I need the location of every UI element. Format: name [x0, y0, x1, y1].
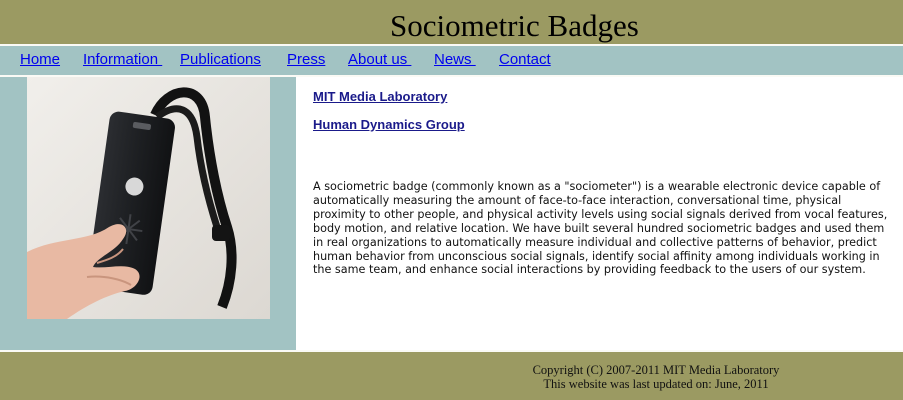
human-dynamics-link[interactable]: Human Dynamics Group — [313, 117, 465, 132]
nav-information[interactable]: Information — [83, 51, 162, 68]
page-title: Sociometric Badges — [390, 8, 639, 43]
main-content: MIT Media Laboratory Human Dynamics Grou… — [296, 77, 903, 350]
nav-about-us[interactable]: About us — [348, 51, 411, 68]
nav-press[interactable]: Press — [287, 51, 325, 68]
site-footer: Copyright (C) 2007-2011 MIT Media Labora… — [0, 352, 903, 400]
nav-news[interactable]: News — [434, 51, 476, 68]
nav-bar: Home Information Publications Press Abou… — [0, 46, 903, 75]
sidebar — [0, 77, 296, 350]
last-updated-text: This website was last updated on: June, … — [543, 377, 769, 391]
mit-media-lab-link[interactable]: MIT Media Laboratory — [313, 89, 447, 104]
nav-publications[interactable]: Publications — [180, 51, 261, 68]
badge-description: A sociometric badge (commonly known as a… — [313, 180, 888, 277]
nav-contact[interactable]: Contact — [499, 51, 551, 68]
badge-photo — [27, 77, 270, 319]
copyright-text: Copyright (C) 2007-2011 MIT Media Labora… — [532, 363, 780, 377]
nav-home[interactable]: Home — [20, 51, 60, 68]
site-header: Sociometric Badges — [0, 0, 903, 44]
